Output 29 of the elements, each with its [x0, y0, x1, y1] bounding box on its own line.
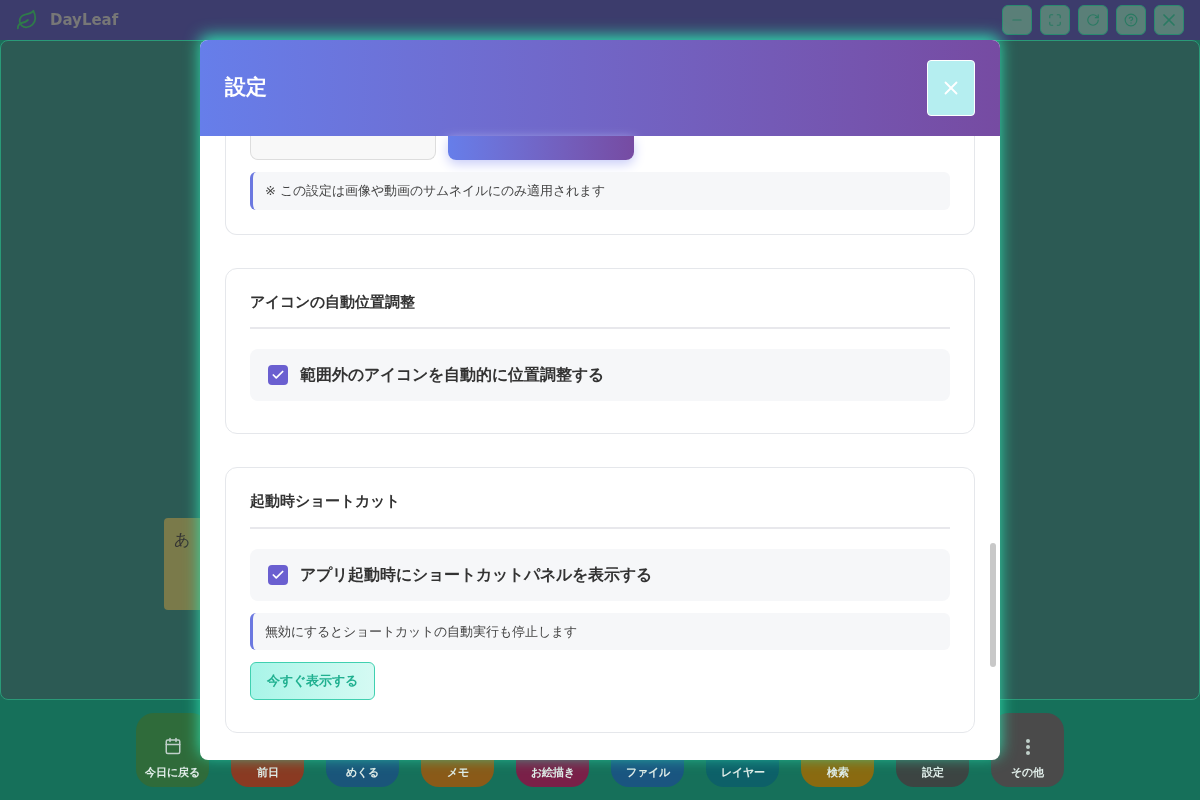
more-icon [1025, 738, 1030, 755]
section-title: 起動時ショートカット [250, 490, 950, 529]
fullscreen-icon [1048, 13, 1062, 27]
checkbox-row[interactable]: アプリ起動時にショートカットパネルを表示する [250, 548, 950, 601]
leaf-logo-icon [16, 9, 38, 31]
checkbox[interactable] [268, 564, 288, 585]
calendar-icon [163, 736, 182, 755]
info-note: 無効にするとショートカットの自動実行も停止します [250, 612, 950, 650]
help-icon [1124, 13, 1138, 27]
checkbox-label: 範囲外のアイコンを自動的に位置調整する [300, 364, 604, 386]
scrollbar-thumb[interactable] [990, 543, 996, 667]
checkbox-row[interactable]: 範囲外のアイコンを自動的に位置調整する [250, 349, 950, 401]
toolbar-button[interactable]: その他 [991, 713, 1064, 787]
reload-icon [1086, 13, 1100, 27]
checkbox-label: アプリ起動時にショートカットパネルを表示する [300, 563, 652, 586]
help-button[interactable] [1116, 5, 1146, 35]
fullscreen-button[interactable] [1040, 5, 1070, 35]
section-title: アイコンの自動位置調整 [250, 290, 950, 329]
app-title: DayLeaf [50, 9, 119, 31]
info-note: ※ この設定は画像や動画のサムネイルにのみ適用されます [250, 172, 950, 210]
reload-button[interactable] [1078, 5, 1108, 35]
close-button[interactable] [1154, 5, 1184, 35]
check-icon [271, 368, 285, 382]
minimize-button[interactable] [1002, 5, 1032, 35]
toolbar-button[interactable]: 今日に戻る [136, 713, 209, 787]
size-option[interactable] [250, 136, 436, 160]
size-option[interactable] [448, 136, 634, 160]
dialog-title: 設定 [225, 74, 267, 102]
checkbox[interactable] [268, 365, 288, 385]
